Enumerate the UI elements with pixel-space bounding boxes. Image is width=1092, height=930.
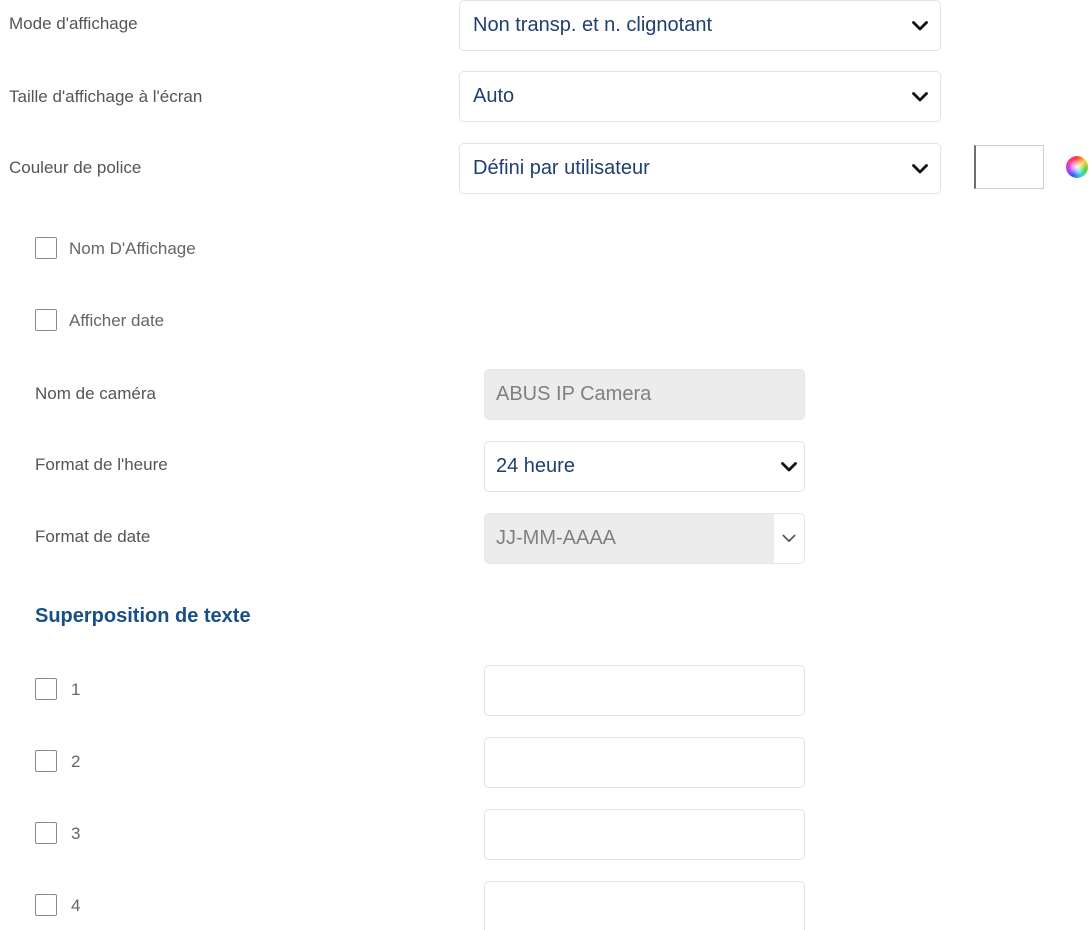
- font-color-value: Défini par utilisateur: [473, 157, 650, 179]
- show-date-label: Afficher date: [69, 311, 165, 330]
- overlay-1-input[interactable]: [484, 665, 805, 716]
- chevron-down-icon: [900, 163, 940, 174]
- display-size-select[interactable]: Auto: [459, 71, 941, 122]
- color-wheel-icon[interactable]: [1066, 156, 1088, 178]
- show-name-checkbox[interactable]: [35, 237, 57, 259]
- chevron-down-icon: [774, 461, 804, 472]
- date-format-value: JJ-MM-AAAA: [496, 527, 616, 549]
- overlay-4-input[interactable]: [484, 881, 805, 930]
- display-mode-value: Non transp. et n. clignotant: [473, 14, 713, 36]
- show-date-checkbox[interactable]: [35, 309, 57, 331]
- camera-name-label: Nom de caméra: [35, 384, 156, 403]
- font-color-label: Couleur de police: [9, 158, 142, 177]
- date-format-select[interactable]: JJ-MM-AAAA: [484, 513, 805, 564]
- camera-name-value: ABUS IP Camera: [496, 383, 652, 405]
- overlay-2-checkbox[interactable]: [35, 750, 57, 772]
- camera-name-field[interactable]: ABUS IP Camera: [484, 369, 805, 420]
- chevron-down-icon: [774, 514, 804, 563]
- overlay-3-input[interactable]: [484, 809, 805, 860]
- chevron-down-icon: [900, 91, 940, 102]
- show-name-label: Nom D'Affichage: [69, 239, 196, 258]
- overlay-3-label: 3: [71, 824, 81, 843]
- overlay-1-checkbox[interactable]: [35, 678, 57, 700]
- overlay-3-checkbox[interactable]: [35, 822, 57, 844]
- chevron-down-icon: [900, 20, 940, 31]
- display-size-value: Auto: [473, 85, 515, 107]
- time-format-select[interactable]: 24 heure: [484, 441, 805, 492]
- display-size-label: Taille d'affichage à l'écran: [9, 87, 203, 106]
- display-mode-label: Mode d'affichage: [9, 14, 138, 33]
- overlay-4-checkbox[interactable]: [35, 894, 57, 916]
- time-format-value: 24 heure: [496, 455, 575, 477]
- font-color-swatch[interactable]: [974, 145, 1044, 189]
- overlay-1-label: 1: [71, 680, 81, 699]
- time-format-label: Format de l'heure: [35, 455, 168, 474]
- overlay-2-input[interactable]: [484, 737, 805, 788]
- date-format-label: Format de date: [35, 527, 151, 546]
- overlay-2-label: 2: [71, 752, 81, 771]
- font-color-select[interactable]: Défini par utilisateur: [459, 143, 941, 194]
- overlay-4-label: 4: [71, 896, 81, 915]
- text-overlay-title: Superposition de texte: [35, 605, 251, 627]
- display-mode-select[interactable]: Non transp. et n. clignotant: [459, 0, 941, 51]
